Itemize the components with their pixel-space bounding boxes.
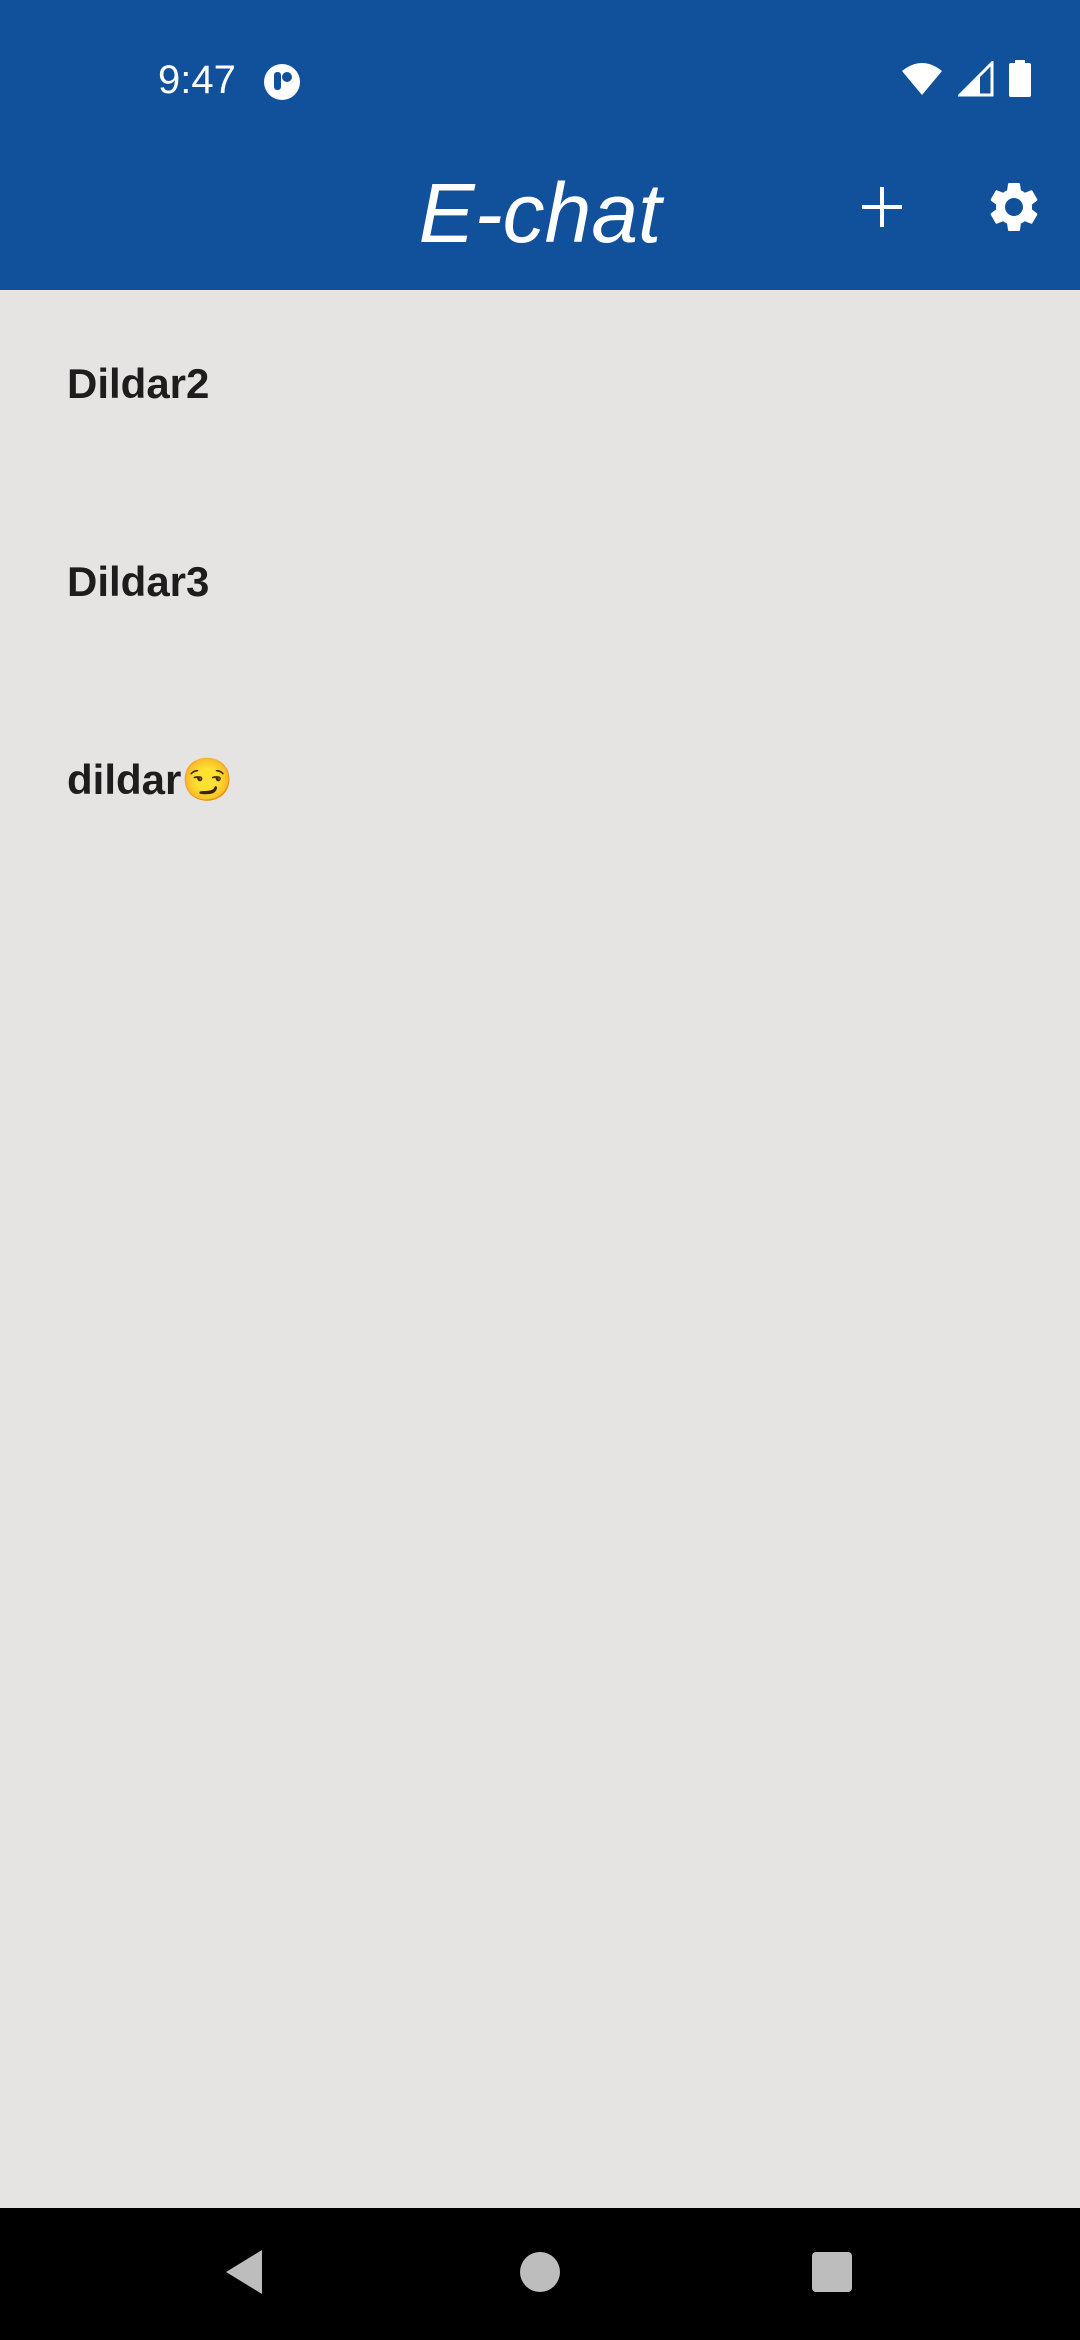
back-button[interactable] bbox=[202, 2232, 286, 2316]
app-notification-icon bbox=[262, 62, 302, 102]
app-title: E-chat bbox=[418, 166, 662, 260]
chat-list-item[interactable]: Dildar2 bbox=[0, 290, 1080, 488]
chat-name: Dildar2 bbox=[67, 360, 210, 407]
recents-button[interactable] bbox=[790, 2232, 874, 2316]
status-bar: 9:47 bbox=[0, 0, 1080, 145]
chat-name: dildar😏 bbox=[67, 756, 234, 803]
chat-list-item[interactable]: dildar😏 bbox=[0, 686, 1080, 884]
chat-list-item[interactable]: Dildar3 bbox=[0, 488, 1080, 686]
recents-icon bbox=[810, 2250, 854, 2299]
settings-button[interactable] bbox=[980, 175, 1048, 243]
status-icons bbox=[900, 59, 1032, 103]
status-time: 9:47 bbox=[158, 58, 236, 102]
signal-icon bbox=[956, 59, 994, 102]
screen: 9:47 E-chat Dildar2 Dildar3 dildar😏 bbox=[0, 0, 1080, 2340]
app-bar: E-chat bbox=[0, 145, 1080, 290]
add-chat-button[interactable] bbox=[848, 175, 916, 243]
gear-icon bbox=[984, 177, 1044, 242]
chat-name: Dildar3 bbox=[67, 558, 210, 605]
navigation-bar bbox=[0, 2208, 1080, 2340]
back-icon bbox=[222, 2248, 266, 2301]
wifi-icon bbox=[900, 61, 944, 102]
battery-icon bbox=[1008, 60, 1032, 103]
chat-list: Dildar2 Dildar3 dildar😏 bbox=[0, 290, 1080, 884]
add-icon bbox=[858, 183, 906, 236]
home-icon bbox=[518, 2250, 562, 2299]
home-button[interactable] bbox=[498, 2232, 582, 2316]
